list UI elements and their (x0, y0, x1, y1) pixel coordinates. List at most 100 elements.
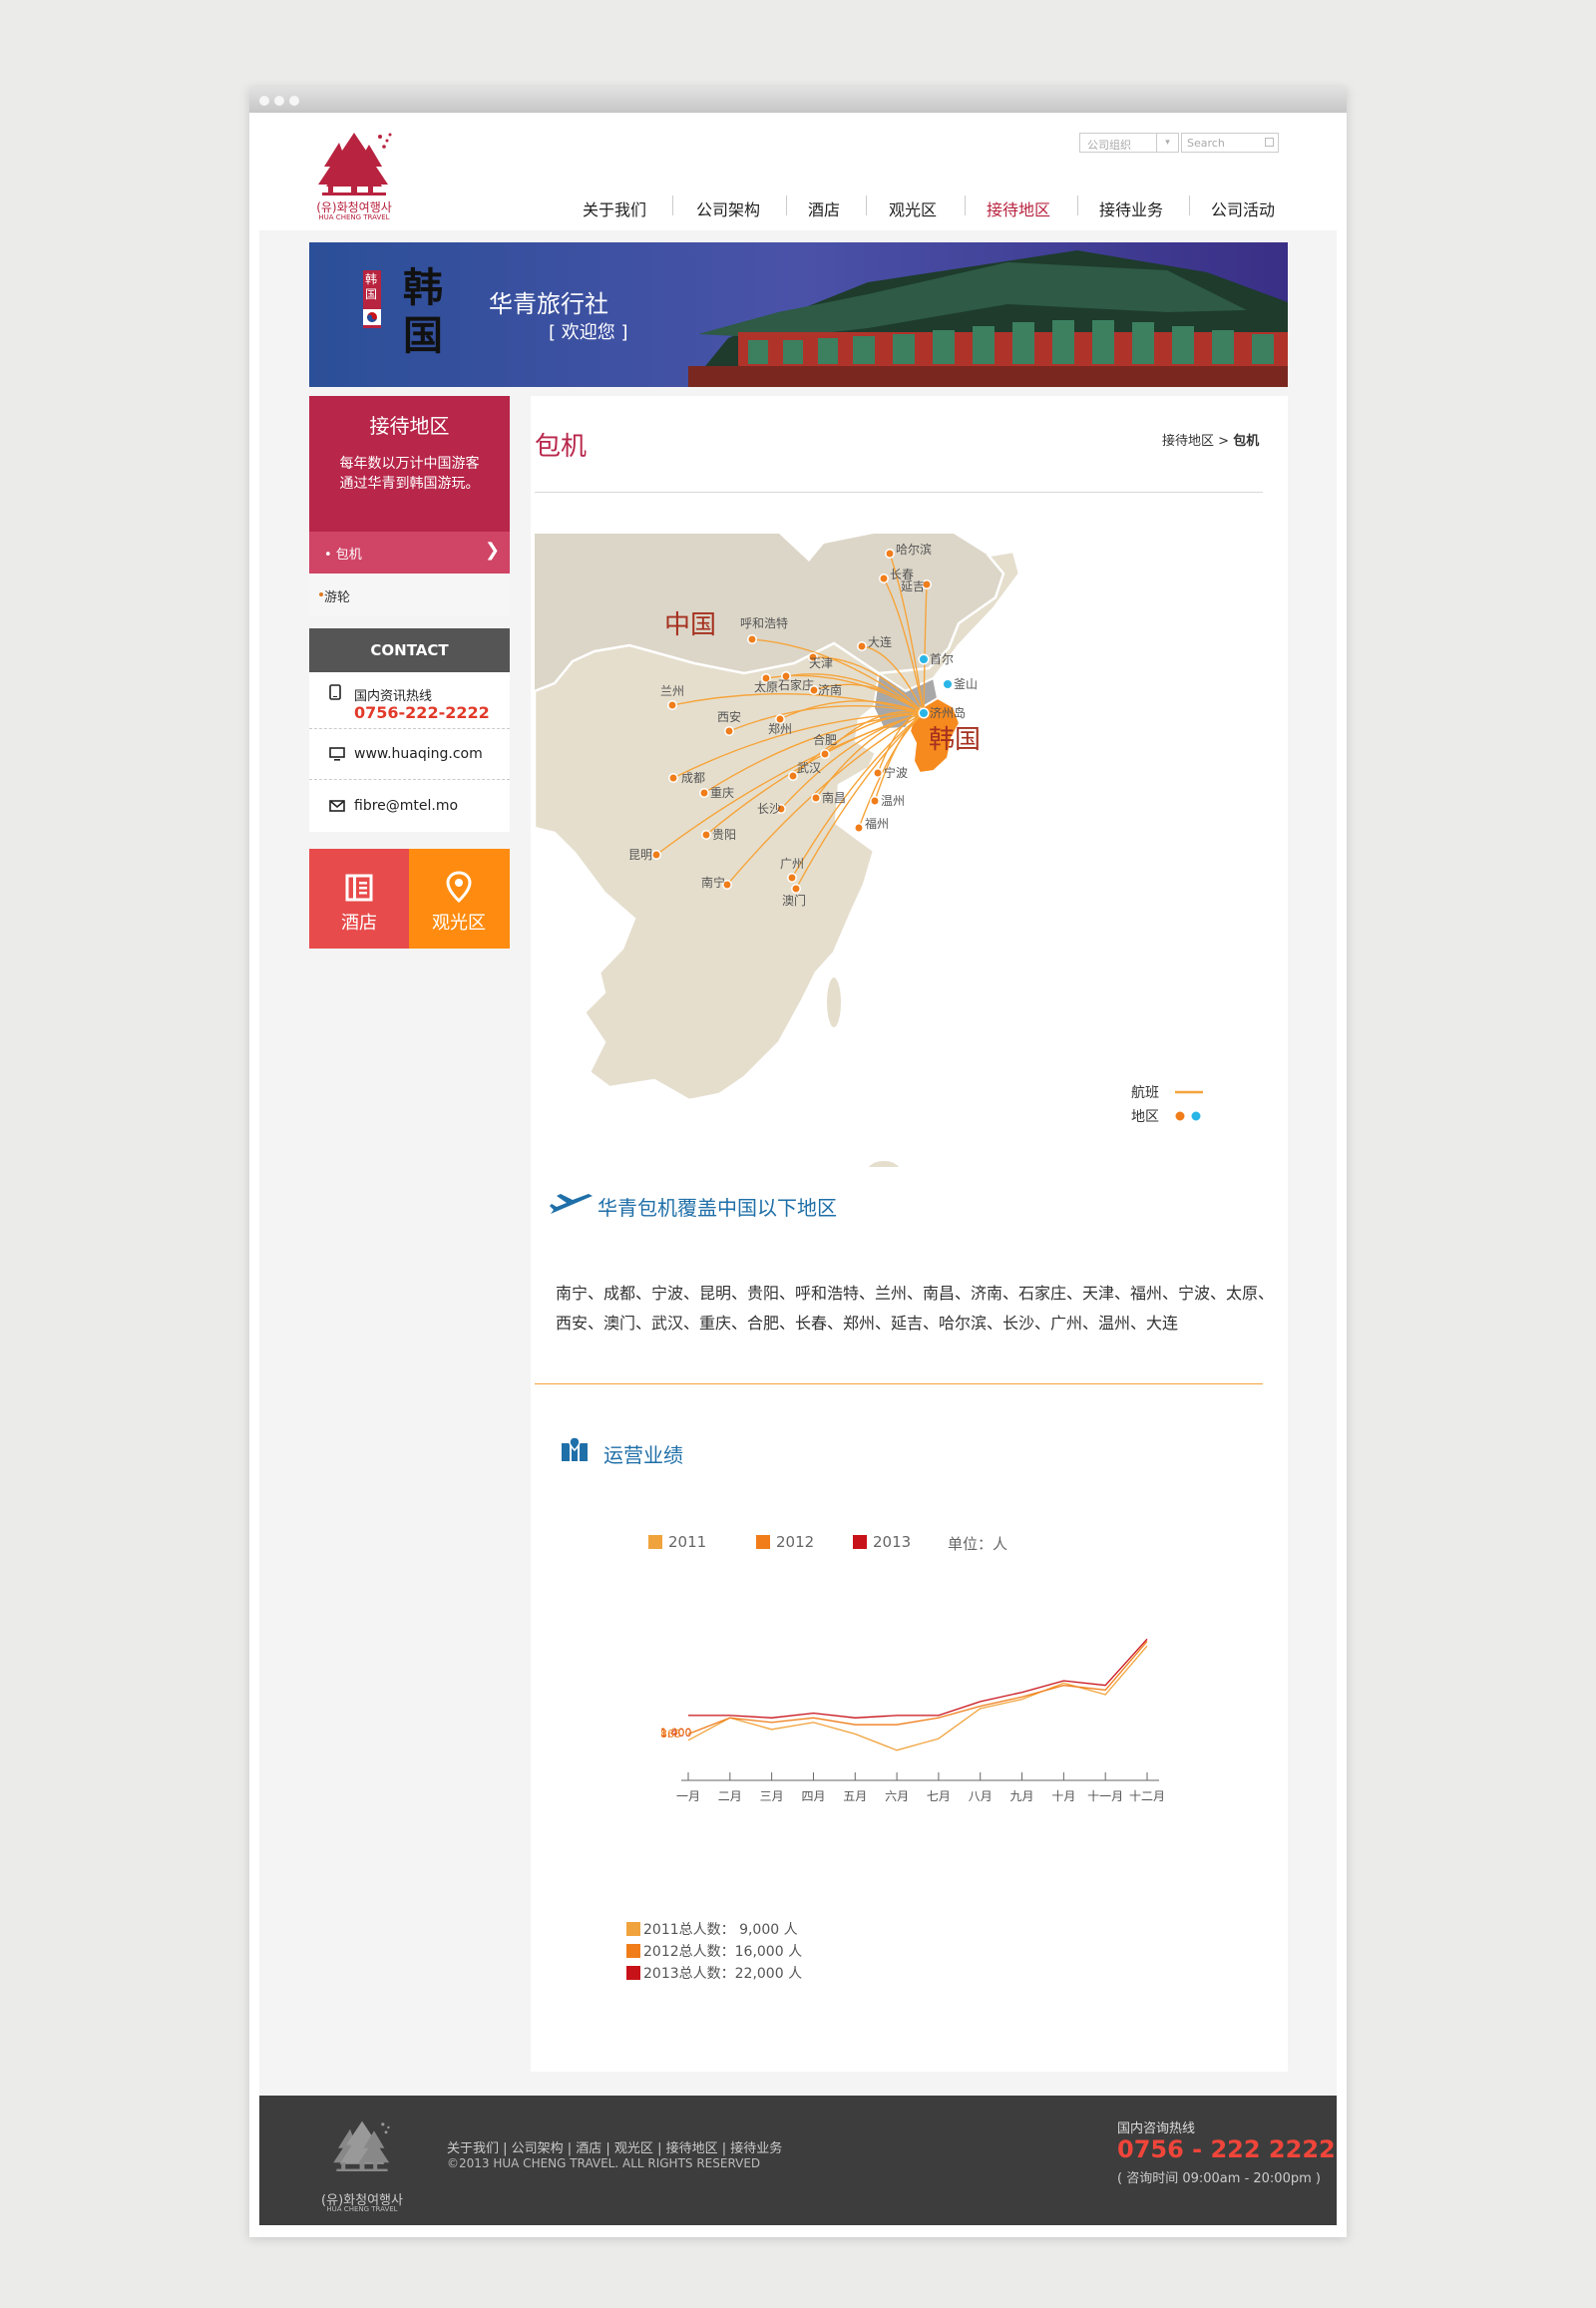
legend-label: 2011 (668, 1533, 707, 1551)
china-city-label: 澳门 (782, 893, 806, 908)
korea-city-label: 釜山 (954, 676, 978, 691)
x-tick-label: 二月 (718, 1789, 742, 1803)
legend-area-label: 地区 (1131, 1109, 1159, 1125)
nav-structure[interactable]: 公司架构 (696, 196, 760, 220)
breadcrumb-parent[interactable]: 接待地区 (1162, 434, 1214, 449)
nav-divider (965, 195, 966, 215)
hotel-icon (345, 874, 373, 902)
footer-phone[interactable]: 0756 - 222 2222 (1117, 2135, 1336, 2163)
chevron-right-icon: ❯ (485, 540, 501, 561)
series-line-2011 (687, 1645, 1148, 1751)
hotel-tile-label: 酒店 (341, 913, 377, 934)
china-city-label: 南宁 (701, 875, 725, 890)
contact-website: www.huaqing.com (309, 729, 510, 780)
y-value-label: 865 (660, 1728, 681, 1740)
search-input[interactable]: Search (1181, 133, 1279, 153)
china-city-label: 济南 (818, 682, 842, 697)
china-city-dot (885, 549, 895, 559)
legend-swatch (756, 1535, 770, 1549)
china-city-dot (857, 641, 867, 651)
china-city-dot (811, 793, 821, 803)
website-link[interactable]: www.huaqing.com (354, 746, 483, 762)
china-city-dot (699, 788, 709, 798)
china-city-label: 武汉 (797, 761, 821, 775)
x-tick-label: 九月 (1010, 1789, 1034, 1803)
nav-divider (1077, 195, 1078, 215)
site-footer: (유)화청여행사 HUA CHENG TRAVEL 关于我们 | 公司架构 | … (259, 2096, 1337, 2225)
legend-swatch (648, 1535, 662, 1549)
map-legend (1113, 1076, 1221, 1131)
sidebar-item-charter[interactable]: • 包机 ❯ (309, 532, 510, 574)
nav-reception-business[interactable]: 接待业务 (1099, 196, 1163, 220)
banner-subtitle: [ 欢迎您 ] (549, 322, 628, 343)
breadcrumb-separator: > (1214, 434, 1234, 449)
china-city-dot (873, 768, 883, 778)
nav-divider (786, 195, 787, 215)
china-city-dot (879, 574, 889, 583)
window-titlebar (249, 87, 1347, 113)
korea-city-dot (918, 653, 930, 665)
site-header: (유)화청여행사 HUA CHENG TRAVEL 公司组织 ▾ Search … (249, 113, 1347, 230)
sidebar-desc-line: 每年数以万计中国游客 (339, 456, 480, 472)
china-city-label: 成都 (681, 771, 705, 785)
korea-banner: 韩国 韩国 华青旅行社 [ 欢迎您 ] (309, 242, 1288, 387)
total-2011: 2011总人数： 9,000 人 (626, 1919, 798, 1939)
hotel-tile[interactable]: 酒店 (309, 849, 409, 949)
china-city-dot (651, 850, 661, 860)
x-tick-label: 十一月 (1087, 1789, 1123, 1803)
sidebar-title: 接待地区 (369, 414, 450, 438)
pine-trees-footer-logo-icon[interactable] (322, 2116, 402, 2187)
series-line-2013 (688, 1638, 1148, 1719)
chart-unit-label: 单位：人 (948, 1535, 1008, 1553)
envelope-icon (329, 800, 345, 812)
taiwan-island (825, 975, 843, 1029)
banner-seal-text: 韩国 (365, 272, 378, 301)
window-dot[interactable] (289, 96, 299, 106)
search-icon[interactable] (1265, 138, 1274, 147)
china-city-dot (854, 823, 864, 833)
nav-sightseeing[interactable]: 观光区 (889, 196, 937, 220)
email-link[interactable]: fibre@mtel.mo (354, 798, 458, 814)
sidebar-item-cruise[interactable]: 游轮 (309, 574, 510, 615)
airplane-icon (550, 1194, 593, 1214)
passenger-line-chart: 一月 二月 三月 四月 五月 六月 七月 八月 九月 十月 十一月 十二月 1,4001,000865 (660, 1638, 1165, 1803)
nav-divider (1189, 195, 1190, 215)
china-city-dot (787, 873, 797, 883)
hotline-number[interactable]: 0756-222-2222 (354, 703, 490, 722)
sidebar-description: 每年数以万计中国游客 通过华青到韩国游玩。 (309, 454, 510, 494)
window-dot[interactable] (259, 96, 269, 106)
sightseeing-tile[interactable]: 观光区 (409, 849, 510, 949)
nav-about[interactable]: 关于我们 (583, 196, 646, 220)
coverage-line: 西安、澳门、武汉、重庆、合肥、长春、郑州、延吉、哈尔滨、长沙、广州、温州、大连 (556, 1314, 1179, 1333)
search-category-select[interactable]: 公司组织 ▾ (1079, 133, 1179, 153)
china-korea-route-map: 哈尔滨长春延吉呼和浩特大连天津太原 石家庄 济南兰州西安郑州合肥成都重庆武汉 宁波南昌… (533, 534, 1221, 1185)
nav-hotel[interactable]: 酒店 (808, 196, 840, 220)
x-tick-label: 十月 (1051, 1789, 1075, 1803)
nav-divider (866, 195, 867, 215)
map-pin-icon (446, 871, 472, 903)
sidebar-header: 接待地区 每年数以万计中国游客 通过华青到韩国游玩。 (309, 396, 510, 532)
china-city-label: 兰州 (660, 684, 684, 698)
page-title: 包机 (535, 432, 588, 462)
search-placeholder: Search (1187, 137, 1225, 150)
china-city-label: 重庆 (710, 786, 734, 800)
monitor-icon (329, 747, 345, 761)
total-text: 2011总人数： 9,000 人 (643, 1922, 798, 1938)
logo-english-text: HUA CHENG TRAVEL (318, 213, 390, 221)
contact-email: fibre@mtel.mo (309, 780, 510, 832)
coverage-line: 南宁、成都、宁波、昆明、贵阳、呼和浩特、兰州、南昌、济南、石家庄、天津、福州、宁… (556, 1284, 1275, 1303)
title-divider (535, 492, 1263, 493)
china-city-label: 合肥 (813, 732, 837, 747)
chevron-down-icon[interactable]: ▾ (1156, 134, 1178, 152)
legend-korea-dot (1191, 1111, 1201, 1121)
breadcrumb: 接待地区 > 包机 (1162, 430, 1259, 449)
china-city-label: 广州 (780, 857, 804, 871)
nav-reception-area[interactable]: 接待地区 (987, 196, 1050, 220)
x-tick-label: 三月 (760, 1789, 784, 1803)
legend-china-dot (1175, 1111, 1185, 1121)
window-dot[interactable] (274, 96, 284, 106)
china-city-dot (667, 700, 677, 710)
nav-company-events[interactable]: 公司活动 (1211, 196, 1275, 220)
nav-divider (672, 195, 673, 215)
footer-links[interactable]: 关于我们 | 公司架构 | 酒店 | 观光区 | 接待地区 | 接待业务 (447, 2137, 782, 2156)
